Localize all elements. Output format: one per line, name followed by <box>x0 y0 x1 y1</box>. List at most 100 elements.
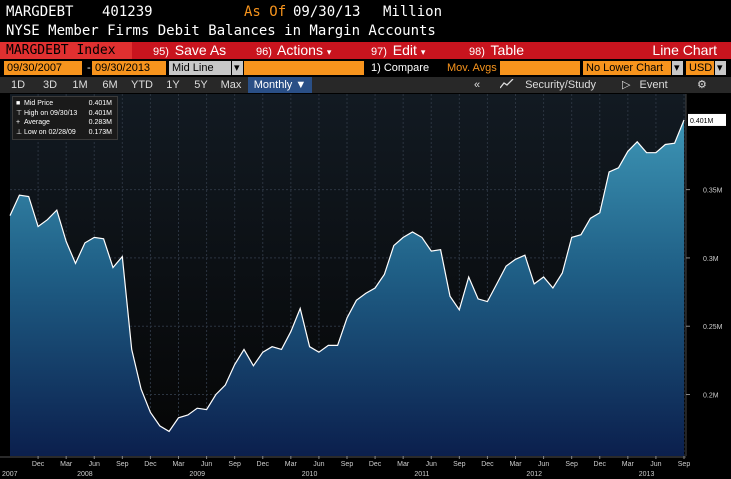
edit-dropdown-icon: ▾ <box>420 47 426 57</box>
x-tick-label: Dec <box>257 461 270 468</box>
collapse-icon[interactable]: « <box>474 77 480 93</box>
data-point <box>94 237 95 238</box>
line-chart: 0.2M 0.25M 0.3M 0.35M 0.401M Dec Mar Jun Sep Dec… <box>0 94 731 479</box>
x-tick-label: Mar <box>397 461 410 468</box>
tab-3d[interactable]: 3D <box>36 77 64 93</box>
data-point <box>37 226 38 227</box>
x-tick-label: Sep <box>228 461 241 468</box>
year-label: 2007 <box>2 471 18 478</box>
data-point <box>346 317 347 318</box>
as-of-label: As Of <box>244 4 287 20</box>
data-point <box>356 300 357 301</box>
legend-box: ■ Mid Price 0.401M ⊤ High on 09/30/13 0.… <box>12 96 118 140</box>
data-point <box>524 255 525 256</box>
data-point <box>19 194 20 195</box>
x-tick-label: Sep <box>116 461 129 468</box>
chart-area: 0.2M 0.25M 0.3M 0.35M 0.401M Dec Mar Jun Sep Dec… <box>0 94 731 479</box>
compare-button[interactable]: 1) Compare <box>368 61 429 75</box>
data-point <box>159 425 160 426</box>
x-tick-label: Sep <box>678 461 691 468</box>
y-tick-label: 0.3M <box>703 256 719 263</box>
data-point <box>206 409 207 410</box>
x-tick-label: Jun <box>89 461 100 468</box>
tab-max[interactable]: Max <box>216 77 246 93</box>
data-point <box>403 237 404 238</box>
x-tick-label: Jun <box>313 461 324 468</box>
tab-ytd[interactable]: YTD <box>126 77 158 93</box>
data-point <box>637 141 638 142</box>
study-chart-icon <box>499 78 514 89</box>
tab-5y[interactable]: 5Y <box>188 77 214 93</box>
lower-chart-dropdown-icon[interactable]: ▾ <box>672 61 683 75</box>
actions-number: 96) <box>256 46 272 58</box>
data-point <box>197 408 198 409</box>
data-point <box>122 256 123 257</box>
data-point <box>646 152 647 153</box>
data-point <box>272 346 273 347</box>
data-point <box>337 345 338 346</box>
start-date-field[interactable]: 09/30/2007 <box>4 61 82 75</box>
index-field[interactable]: MARGDEBT Index <box>0 42 132 59</box>
security-study-button[interactable]: Security/Study <box>499 77 596 93</box>
lower-chart-select[interactable]: No Lower Chart <box>583 61 671 75</box>
last-value-label: 0.401M <box>690 118 714 125</box>
event-label: Event <box>639 79 668 91</box>
year-label: 2011 <box>414 471 429 478</box>
data-point <box>187 414 188 415</box>
legend-label: Average <box>24 119 50 126</box>
tab-6m[interactable]: 6M <box>96 77 124 93</box>
legend-label: High on 09/30/13 <box>24 109 78 117</box>
tab-1d[interactable]: 1D <box>4 77 32 93</box>
mov-avgs-field[interactable] <box>500 61 580 75</box>
data-point <box>318 352 319 353</box>
data-point <box>169 431 170 432</box>
as-of-date: 09/30/13 <box>293 4 361 20</box>
data-point <box>281 349 282 350</box>
chart-type-label[interactable]: Line Chart <box>652 42 717 59</box>
tab-1y[interactable]: 1Y <box>160 77 186 93</box>
data-point <box>112 267 113 268</box>
mov-avgs-button[interactable]: Mov. Avgs <box>444 61 499 75</box>
blank-field[interactable] <box>244 61 364 75</box>
currency-dropdown-icon[interactable]: ▾ <box>715 61 726 75</box>
data-point <box>599 212 600 213</box>
x-tick-label: Mar <box>60 461 73 468</box>
average-marker-icon: + <box>16 119 21 126</box>
table-label: Table <box>490 42 525 58</box>
legend-label: Mid Price <box>24 100 54 107</box>
legend-row-mid-price: ■ Mid Price 0.401M <box>16 99 114 109</box>
tab-1m[interactable]: 1M <box>66 77 94 93</box>
table-button[interactable]: 98) Table <box>469 42 524 61</box>
data-point <box>47 219 48 220</box>
event-button[interactable]: ▷ Event <box>622 77 668 93</box>
end-date-field[interactable]: 09/30/2013 <box>92 61 166 75</box>
mid-price-swatch-icon: ■ <box>16 100 21 107</box>
legend-label: Low on 02/28/09 <box>24 128 76 136</box>
data-point <box>374 287 375 288</box>
settings-gear-icon[interactable]: ⚙ <box>697 77 707 93</box>
data-point <box>534 283 535 284</box>
save-as-button[interactable]: 95) Save As <box>153 42 226 61</box>
data-point <box>431 250 432 251</box>
legend-row-high: ⊤ High on 09/30/13 0.401M <box>16 109 114 119</box>
data-point <box>140 388 141 389</box>
currency-select[interactable]: USD <box>686 61 714 75</box>
security-study-label: Security/Study <box>525 79 596 91</box>
header-line: MARGDEBT 401239 As Of 09/30/13 Million <box>6 4 726 22</box>
price-field-dropdown-icon[interactable]: ▾ <box>232 61 243 75</box>
legend-value: 0.401M <box>88 109 112 117</box>
data-point <box>665 144 666 145</box>
edit-button[interactable]: 97) Edit ▾ <box>371 42 425 61</box>
y-tick-label: 0.2M <box>703 393 719 400</box>
x-tick-label: Dec <box>144 461 157 468</box>
ticker-code: 401239 <box>102 4 153 20</box>
units-label: Million <box>383 4 443 20</box>
data-point <box>655 152 656 153</box>
price-field-select[interactable]: Mid Line <box>169 61 231 75</box>
frequency-select[interactable]: Monthly ▼ <box>248 77 312 93</box>
x-tick-label: Sep <box>565 461 578 468</box>
actions-button[interactable]: 96) Actions ▾ <box>256 42 331 61</box>
table-number: 98) <box>469 46 485 58</box>
x-tick-label: Mar <box>622 461 635 468</box>
series-description: NYSE Member Firms Debit Balances in Marg… <box>6 23 436 39</box>
